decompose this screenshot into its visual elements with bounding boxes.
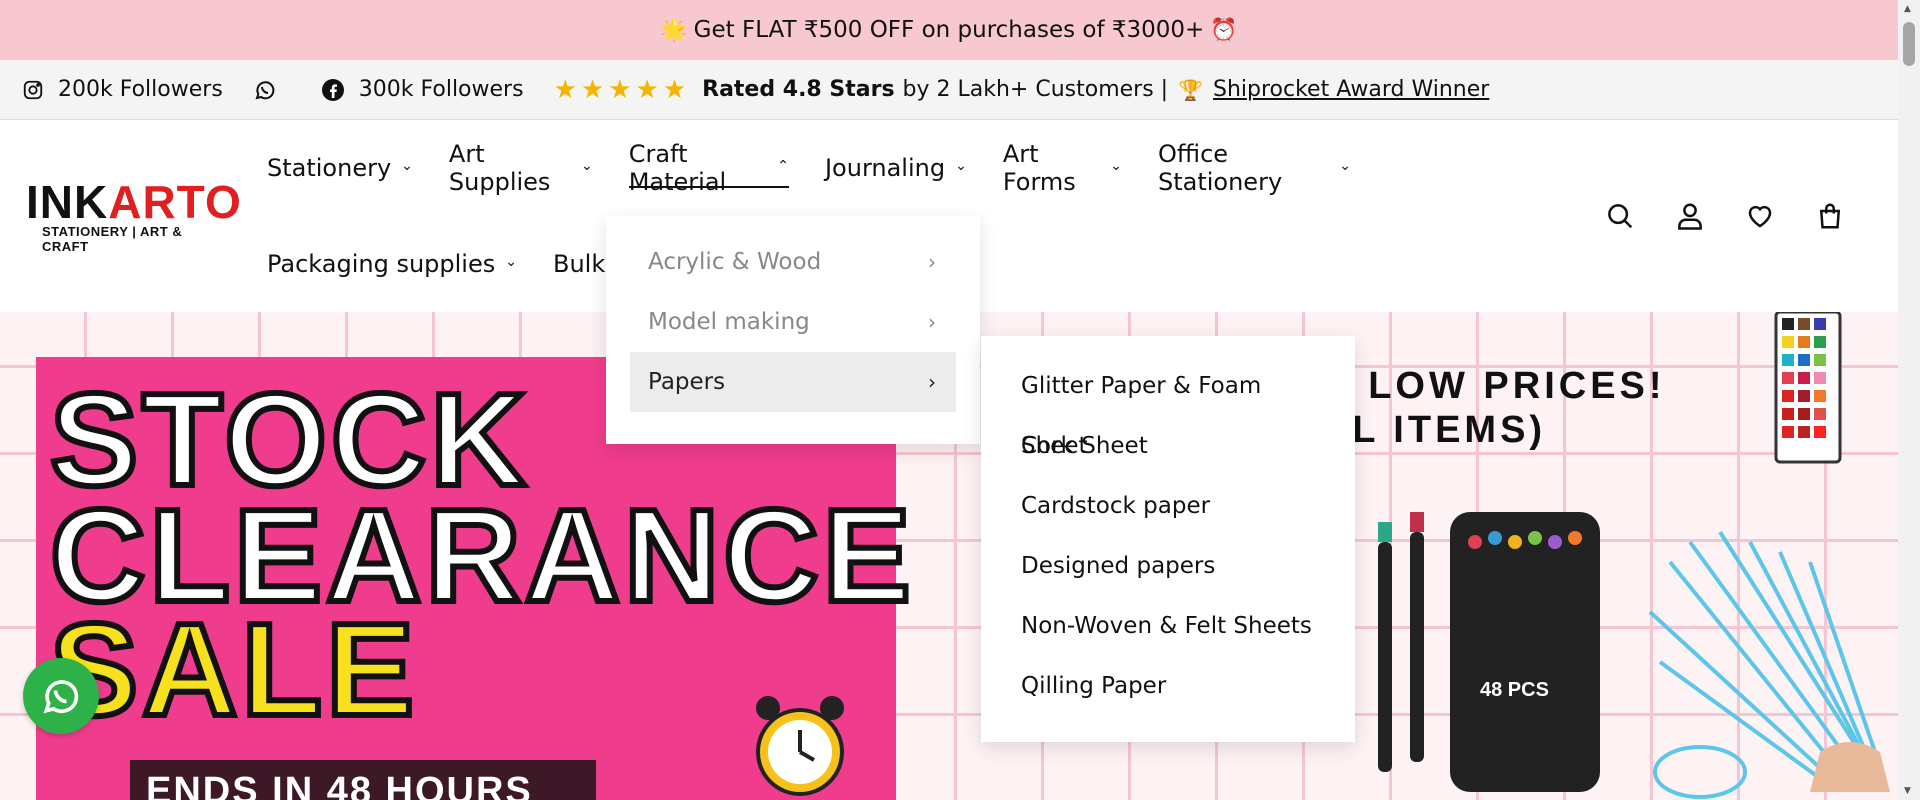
site-logo[interactable]: INKARTO STATIONERY | ART & CRAFT — [26, 179, 241, 254]
star-icon: ★ — [635, 74, 659, 105]
chevron-down-icon: ⌄ — [1339, 158, 1351, 174]
chevron-down-icon: ⌄ — [955, 158, 967, 174]
rating-stars: ★ ★ ★ ★ ★ — [554, 77, 691, 103]
facebook-link[interactable]: 300k Followers — [321, 77, 524, 102]
nav-office-stationery[interactable]: Office Stationery ⌄ — [1158, 140, 1351, 196]
submenu-item[interactable]: Glitter Paper & Foam Sheet — [1021, 356, 1315, 459]
instagram-followers: 200k Followers — [58, 77, 223, 102]
announcement-right-emoji: ⏰ — [1210, 17, 1238, 43]
nav-stationery[interactable]: Stationery ⌄ — [267, 140, 413, 196]
facebook-followers: 300k Followers — [358, 77, 524, 102]
nav-journaling[interactable]: Journaling ⌄ — [825, 140, 967, 196]
nav-label: Packaging supplies — [267, 250, 496, 278]
logo-ink: INK — [26, 176, 109, 228]
scroll-up-icon[interactable]: ▲ — [1904, 4, 1911, 14]
award-link[interactable]: Shiprocket Award Winner — [1213, 77, 1489, 102]
wishlist-icon — [1748, 205, 1772, 228]
scroll-down-icon[interactable]: ▼ — [1904, 786, 1911, 796]
chevron-right-icon: › — [928, 310, 936, 334]
pipe-cleaners-image — [1648, 530, 1890, 799]
account-icon — [1678, 203, 1702, 230]
submenu-item[interactable]: Qilling Paper — [1021, 656, 1315, 716]
chevron-down-icon: ⌄ — [580, 158, 593, 174]
nav-art-forms[interactable]: Art Forms ⌄ — [1003, 140, 1122, 196]
whatsapp-link[interactable] — [253, 78, 291, 102]
wishlist-button[interactable] — [1740, 196, 1780, 236]
cart-icon — [1819, 203, 1841, 229]
chevron-down-icon: ⌄ — [401, 158, 413, 174]
instagram-link[interactable]: 200k Followers — [22, 77, 223, 102]
craft-material-dropdown: Acrylic & Wood › Model making › Papers › — [606, 216, 980, 444]
dropdown-label: Model making — [648, 309, 810, 335]
trophy-icon: 🏆 — [1178, 77, 1203, 102]
instagram-icon — [23, 80, 43, 99]
logo-arto: ARTO — [108, 176, 242, 228]
promo-line-1: Y LOW PRICES! — [1325, 365, 1666, 407]
submenu-item[interactable]: Non-Woven & Felt Sheets — [1021, 596, 1315, 656]
nav-label: Journaling — [824, 154, 946, 182]
marker-set-image: 48 PCS — [1378, 512, 1600, 792]
dropdown-item-papers[interactable]: Papers › — [630, 352, 956, 412]
search-icon — [1608, 204, 1633, 229]
whatsapp-chat-button[interactable] — [23, 658, 99, 734]
nav-label: Office Stationery — [1157, 140, 1283, 196]
main-navigation: Stationery ⌄ Art Supplies ⌄ Craft Material… — [267, 140, 1387, 278]
watercolor-palette-image — [1774, 312, 1842, 464]
nav-row-1: Stationery ⌄ Art Supplies ⌄ Craft Material… — [267, 140, 1387, 196]
cart-button[interactable] — [1810, 196, 1850, 236]
chevron-right-icon: › — [928, 250, 936, 274]
promo-line-2: LL ITEMS) — [1325, 409, 1547, 451]
nav-label: Craft Material — [628, 140, 727, 196]
rating-rest: by 2 Lakh+ Customers | — [902, 77, 1169, 102]
scrollbar-thumb[interactable] — [1903, 22, 1915, 66]
nav-craft-material[interactable]: Craft Material ⌃ — [628, 140, 790, 196]
dropdown-label: Papers — [648, 369, 726, 395]
dropdown-item-model-making[interactable]: Model making › — [630, 292, 956, 352]
marker-label: 48 PCS — [1480, 679, 1549, 701]
nav-art-supplies[interactable]: Art Supplies ⌄ — [449, 140, 593, 196]
chevron-right-icon: › — [928, 370, 936, 394]
submenu-item[interactable]: Cork Sheet — [1021, 416, 1315, 476]
announcement-bar: 🌟 Get FLAT ₹500 OFF on purchases of ₹300… — [0, 0, 1898, 60]
banner-line-3: SALE — [47, 596, 419, 743]
chevron-down-icon: ⌄ — [1110, 158, 1122, 174]
dropdown-item-acrylic-wood[interactable]: Acrylic & Wood › — [630, 232, 956, 292]
whatsapp-icon — [255, 80, 275, 99]
star-icon: ★ — [553, 74, 577, 105]
banner-ends: ENDS IN 48 HOURS — [130, 760, 596, 800]
social-bar: 200k Followers 300k Followers ★ ★ ★ ★ ★ … — [0, 60, 1898, 120]
logo-tagline: STATIONERY | ART & CRAFT — [42, 224, 183, 254]
nav-label: Art Forms — [1002, 140, 1076, 196]
search-button[interactable] — [1600, 196, 1640, 236]
account-button[interactable] — [1670, 196, 1710, 236]
scrollbar[interactable]: ▲ ▼ — [1898, 0, 1920, 800]
whatsapp-icon — [43, 680, 79, 714]
announcement-left-emoji: 🌟 — [660, 17, 688, 43]
star-icon: ★ — [608, 74, 632, 105]
submenu-item[interactable]: Designed papers — [1021, 536, 1315, 596]
star-icon: ★ — [662, 74, 687, 105]
chevron-down-icon: ⌄ — [505, 254, 517, 270]
nav-label: Stationery — [267, 154, 392, 182]
papers-submenu: Glitter Paper & Foam Sheet Cork Sheet Ca… — [981, 336, 1355, 742]
announcement-text: Get FLAT ₹500 OFF on purchases of ₹3000+ — [693, 17, 1205, 43]
star-icon: ★ — [580, 74, 605, 105]
chevron-up-icon: ⌃ — [777, 158, 789, 174]
banner-promo: Y LOW PRICES! LL ITEMS) — [1325, 364, 1666, 452]
header-icons — [1600, 196, 1880, 236]
submenu-item[interactable]: Cardstock paper — [1021, 476, 1315, 536]
nav-label: Art Supplies — [448, 140, 551, 196]
dropdown-label: Acrylic & Wood — [648, 249, 822, 275]
alarm-clock-icon — [756, 696, 844, 796]
rating-bold: Rated 4.8 Stars — [702, 77, 895, 102]
facebook-icon — [321, 78, 344, 101]
nav-packaging-supplies[interactable]: Packaging supplies ⌄ — [267, 236, 517, 292]
